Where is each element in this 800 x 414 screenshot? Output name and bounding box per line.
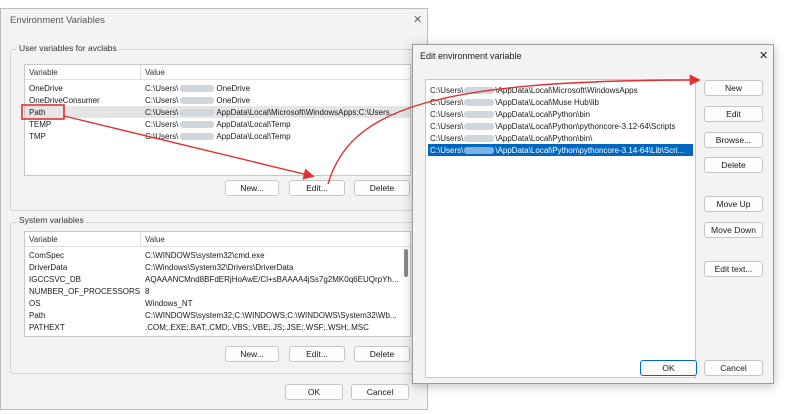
user-variables-label: User variables for avclabs bbox=[17, 43, 119, 53]
redacted-username bbox=[464, 122, 495, 130]
variable-value: C:\Windows\System32\Drivers\DriverData bbox=[145, 262, 294, 272]
table-row[interactable]: OS Windows_NT bbox=[25, 297, 410, 309]
table-row[interactable]: NUMBER_OF_PROCESSORS 8 bbox=[25, 285, 410, 297]
variable-name: TEMP bbox=[29, 119, 52, 129]
column-header-variable[interactable]: Variable bbox=[29, 235, 58, 244]
variable-value: C:\Users\ OneDrive bbox=[145, 83, 251, 93]
system-new-button[interactable]: New... bbox=[225, 346, 279, 362]
list-item-selected[interactable]: C:\Users\ \AppData\Local\Python\pythoncor… bbox=[428, 144, 693, 156]
variable-name: OneDrive bbox=[29, 83, 63, 93]
window-title: Environment Variables bbox=[10, 15, 105, 26]
variable-name: Path bbox=[29, 107, 46, 117]
variable-value: C:\Users\ AppData\Local\Temp bbox=[145, 131, 291, 141]
new-entry-button[interactable]: New bbox=[704, 80, 763, 96]
variable-name: OneDriveConsumer bbox=[29, 95, 100, 105]
table-row[interactable]: DriverData C:\Windows\System32\Drivers\Dr… bbox=[25, 261, 410, 273]
variable-value: C:\Users\ OneDrive bbox=[145, 95, 251, 105]
variable-name: PATHEXT bbox=[29, 322, 65, 332]
table-row[interactable]: IGCCSVC_DB AQAAANCMnd8BFdERjHoAwE/Cl+sBAA… bbox=[25, 273, 410, 285]
env-ok-button[interactable]: OK bbox=[285, 384, 343, 400]
variable-name: OS bbox=[29, 298, 41, 308]
table-row-path-selected[interactable]: Path C:\Users\ AppData\Local\Microsoft\Wi… bbox=[25, 106, 410, 118]
list-item[interactable]: C:\Users\ \AppData\Local\Python\bin bbox=[428, 108, 693, 120]
variable-name: Path bbox=[29, 310, 46, 320]
edit-entry-button[interactable]: Edit bbox=[704, 106, 763, 122]
table-row[interactable]: PATHEXT .COM;.EXE;.BAT;.CMD;.VBS;.VBE;.JS… bbox=[25, 321, 410, 333]
variable-value: AQAAANCMnd8BFdERjHoAwE/Cl+sBAAAA4jSs7g2M… bbox=[145, 274, 399, 284]
variable-value: C:\WINDOWS\system32;C:\WINDOWS;C:\WINDOW… bbox=[145, 310, 397, 320]
list-item[interactable]: C:\Users\ \AppData\Local\Microsoft\Window… bbox=[428, 84, 693, 96]
variable-value: C:\WINDOWS\system32\cmd.exe bbox=[145, 250, 265, 260]
environment-variables-window: Environment Variables ✕ User variables f… bbox=[0, 8, 428, 410]
table-header: Variable Value bbox=[25, 232, 410, 247]
redacted-username bbox=[180, 96, 215, 104]
redacted-username bbox=[464, 98, 495, 106]
redacted-username bbox=[464, 134, 495, 142]
dialog-title: Edit environment variable bbox=[420, 51, 522, 61]
browse-button[interactable]: Browse... bbox=[704, 132, 763, 148]
user-delete-button[interactable]: Delete bbox=[354, 180, 410, 196]
delete-entry-button[interactable]: Delete bbox=[704, 157, 763, 173]
scrollbar-thumb[interactable] bbox=[404, 249, 408, 277]
table-header: Variable Value bbox=[25, 65, 410, 80]
list-item[interactable]: C:\Users\ \AppData\Local\Python\bin\ bbox=[428, 132, 693, 144]
variable-name: ComSpec bbox=[29, 250, 65, 260]
redacted-username bbox=[464, 110, 495, 118]
variable-name: TMP bbox=[29, 131, 46, 141]
edit-environment-variable-dialog: Edit environment variable ✕ C:\Users\ \Ap… bbox=[412, 44, 774, 384]
user-new-button[interactable]: New... bbox=[225, 180, 279, 196]
table-row[interactable]: OneDrive C:\Users\ OneDrive bbox=[25, 82, 410, 94]
table-row[interactable]: TEMP C:\Users\ AppData\Local\Temp bbox=[25, 118, 410, 130]
column-header-variable[interactable]: Variable bbox=[29, 68, 58, 77]
table-row[interactable]: Path C:\WINDOWS\system32;C:\WINDOWS;C:\WI… bbox=[25, 309, 410, 321]
move-up-button[interactable]: Move Up bbox=[704, 196, 763, 212]
column-header-value[interactable]: Value bbox=[145, 68, 165, 77]
redacted-username bbox=[180, 84, 215, 92]
system-variables-table: Variable Value ComSpec C:\WINDOWS\system3… bbox=[24, 231, 411, 337]
variable-value: C:\Users\ AppData\Local\Microsoft\Windows… bbox=[145, 107, 397, 117]
close-icon[interactable]: ✕ bbox=[413, 15, 422, 26]
system-table-scrollbar[interactable] bbox=[404, 247, 409, 334]
redacted-username bbox=[180, 132, 215, 140]
system-variables-label: System variables bbox=[17, 215, 86, 225]
table-row[interactable]: ComSpec C:\WINDOWS\system32\cmd.exe bbox=[25, 249, 410, 261]
variable-name: NUMBER_OF_PROCESSORS bbox=[29, 286, 141, 296]
column-header-value[interactable]: Value bbox=[145, 235, 165, 244]
list-item[interactable]: C:\Users\ \AppData\Local\Python\pythoncor… bbox=[428, 120, 693, 132]
table-row[interactable]: OneDriveConsumer C:\Users\ OneDrive bbox=[25, 94, 410, 106]
variable-value: .COM;.EXE;.BAT;.CMD;.VBS;.VBE;.JS;.JSE;.… bbox=[145, 322, 369, 332]
path-entries-list: C:\Users\ \AppData\Local\Microsoft\Window… bbox=[425, 79, 696, 378]
redacted-username bbox=[180, 108, 215, 116]
user-edit-button[interactable]: Edit... bbox=[289, 180, 345, 196]
system-edit-button[interactable]: Edit... bbox=[289, 346, 345, 362]
list-item[interactable]: C:\Users\ \AppData\Local\Muse Hub\lib bbox=[428, 96, 693, 108]
close-icon[interactable]: ✕ bbox=[759, 51, 768, 62]
move-down-button[interactable]: Move Down bbox=[704, 222, 763, 238]
redacted-username bbox=[464, 146, 495, 154]
env-cancel-button[interactable]: Cancel bbox=[351, 384, 409, 400]
user-variables-table: Variable Value OneDrive C:\Users\ OneDriv… bbox=[24, 64, 411, 176]
redacted-username bbox=[180, 120, 215, 128]
redacted-username bbox=[464, 86, 495, 94]
variable-value: 8 bbox=[145, 286, 150, 296]
table-row[interactable]: TMP C:\Users\ AppData\Local\Temp bbox=[25, 130, 410, 142]
variable-value: Windows_NT bbox=[145, 298, 193, 308]
variable-value: C:\Users\ AppData\Local\Temp bbox=[145, 119, 291, 129]
edit-text-button[interactable]: Edit text... bbox=[704, 261, 763, 277]
dialog-cancel-button[interactable]: Cancel bbox=[704, 360, 763, 376]
variable-name: DriverData bbox=[29, 262, 68, 272]
system-delete-button[interactable]: Delete bbox=[354, 346, 410, 362]
dialog-ok-button[interactable]: OK bbox=[640, 360, 697, 376]
variable-name: IGCCSVC_DB bbox=[29, 274, 82, 284]
